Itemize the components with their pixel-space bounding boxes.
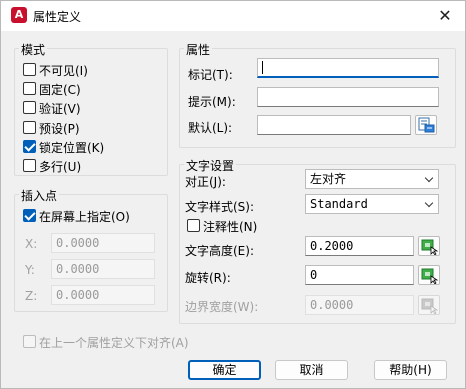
chevron-down-icon — [424, 198, 434, 208]
mode-group — [14, 48, 168, 176]
align-below-label: 在上一个属性定义下对齐(A) — [39, 336, 189, 350]
title-bar: A 属性定义 ✕ — [1, 1, 465, 31]
justification-value: 左对齐 — [310, 172, 347, 186]
y-label: Y: — [25, 263, 35, 277]
rotation-label: 旋转(R): — [185, 271, 231, 285]
text-settings-group-title: 文字设置 — [184, 157, 237, 174]
prompt-label: 提示(M): — [188, 95, 236, 109]
text-style-label: 文字样式(S): — [185, 200, 255, 214]
specify-on-screen-label: 在屏幕上指定(O) — [39, 210, 130, 224]
x-field[interactable]: 0.0000 — [51, 233, 155, 253]
prompt-field[interactable] — [257, 87, 439, 107]
multiline-checkbox[interactable] — [23, 159, 36, 172]
ok-button[interactable]: 确定 — [188, 360, 261, 380]
multiline-label: 多行(U) — [39, 160, 82, 174]
insert-field-button[interactable] — [415, 115, 437, 135]
text-height-field[interactable]: 0.2000 — [305, 236, 414, 256]
pick-point-icon — [421, 298, 439, 315]
z-field[interactable]: 0.0000 — [51, 285, 155, 305]
invisible-checkbox[interactable] — [23, 63, 36, 76]
window-title: 属性定义 — [33, 10, 82, 24]
boundary-width-field[interactable]: 0.0000 — [305, 295, 414, 315]
attribute-definition-dialog: A 属性定义 ✕ 模式 不可见(I) 固定(C) 验证(V) 预设(P) 锁定位… — [0, 0, 466, 389]
y-field[interactable]: 0.0000 — [51, 259, 155, 279]
text-height-label: 文字高度(E): — [185, 244, 254, 258]
text-style-value: Standard — [310, 197, 368, 211]
autocad-app-icon: A — [11, 7, 27, 23]
align-below-checkbox[interactable] — [23, 335, 36, 348]
tag-field[interactable] — [257, 58, 439, 78]
text-caret — [262, 61, 263, 74]
default-field[interactable] — [257, 115, 411, 135]
preset-label: 预设(P) — [39, 122, 80, 136]
boundary-width-label: 边界宽度(W): — [185, 300, 259, 314]
cancel-button[interactable]: 取消 — [275, 360, 348, 380]
pick-height-button[interactable] — [418, 236, 440, 256]
constant-checkbox[interactable] — [23, 82, 36, 95]
pick-rotation-button[interactable] — [418, 265, 440, 285]
x-label: X: — [25, 237, 38, 251]
attribute-group-title: 属性 — [184, 41, 213, 58]
lock-position-label: 锁定位置(K) — [39, 141, 105, 155]
close-icon[interactable]: ✕ — [431, 4, 459, 28]
rotation-field[interactable]: 0 — [305, 265, 414, 285]
help-button[interactable]: 帮助(H) — [374, 360, 447, 380]
pick-point-icon — [421, 268, 439, 285]
z-label: Z: — [25, 289, 38, 303]
justification-select[interactable]: 左对齐 — [305, 169, 439, 189]
text-style-select[interactable]: Standard — [305, 194, 439, 214]
verify-checkbox[interactable] — [23, 101, 36, 114]
pick-width-button[interactable] — [418, 295, 440, 315]
invisible-label: 不可见(I) — [39, 64, 88, 78]
preset-checkbox[interactable] — [23, 121, 36, 134]
default-label: 默认(L): — [188, 121, 233, 135]
insert-field-icon — [418, 117, 435, 133]
mode-group-title: 模式 — [19, 41, 48, 58]
lock-position-checkbox[interactable] — [23, 140, 36, 153]
tag-label: 标记(T): — [188, 68, 233, 82]
annotative-label: 注释性(N) — [203, 220, 258, 234]
justification-label: 对正(J): — [185, 175, 226, 189]
annotative-checkbox[interactable] — [187, 219, 200, 232]
specify-on-screen-checkbox[interactable] — [23, 209, 36, 222]
pick-point-icon — [421, 239, 439, 256]
constant-label: 固定(C) — [39, 83, 81, 97]
insertion-point-group-title: 插入点 — [19, 187, 60, 204]
verify-label: 验证(V) — [39, 102, 81, 116]
chevron-down-icon — [424, 173, 434, 183]
